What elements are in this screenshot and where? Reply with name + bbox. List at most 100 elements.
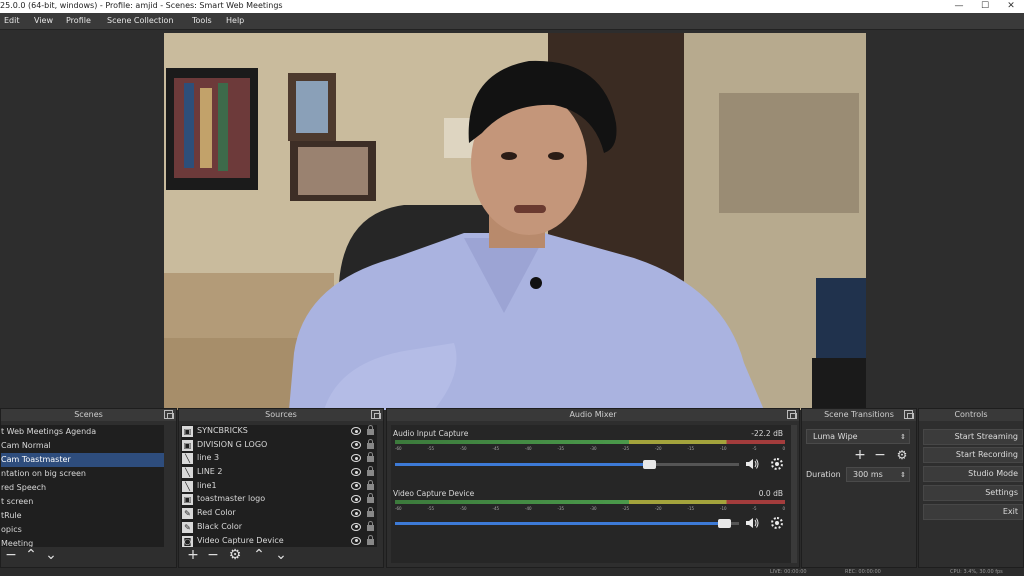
source-item[interactable]: ◙ Video Capture Device	[181, 534, 377, 548]
lock-icon[interactable]	[367, 507, 374, 518]
lock-icon[interactable]	[367, 479, 374, 490]
source-item[interactable]: ▣ DIVISION G LOGO	[181, 438, 377, 453]
sources-title: Sources	[265, 410, 297, 419]
meter-scale: -60 -55 -50 -45 -40 -35 -30 -25 -20 -15 -10 -5 0	[395, 446, 785, 453]
maximize-button[interactable]: ☐	[972, 0, 998, 13]
line-icon: ╲	[182, 467, 193, 479]
lock-icon[interactable]	[367, 466, 374, 477]
lock-icon[interactable]	[367, 520, 374, 531]
gear-icon[interactable]	[771, 517, 783, 529]
source-item[interactable]: ╲ LINE 2	[181, 466, 377, 480]
status-bar: LIVE: 00:00:00 REC: 00:00:00 CPU: 3.4%, …	[0, 568, 1024, 576]
scene-item[interactable]: t screen	[1, 495, 164, 509]
menu-profile[interactable]: Profile	[66, 16, 91, 25]
scene-item[interactable]: red Speech	[1, 481, 164, 495]
source-item[interactable]: ✎ Red Color	[181, 507, 377, 521]
remove-transition-button[interactable]: −	[872, 447, 888, 463]
visibility-eye-icon[interactable]	[351, 454, 361, 463]
move-down-button[interactable]: ⌄	[273, 547, 289, 563]
gear-icon[interactable]	[771, 458, 783, 470]
lock-icon[interactable]	[367, 534, 374, 545]
move-up-button[interactable]: ⌃	[23, 547, 39, 563]
menu-view[interactable]: View	[34, 16, 53, 25]
transition-gear-icon[interactable]: ⚙	[894, 447, 910, 463]
scene-item[interactable]: ntation on big screen	[1, 467, 164, 481]
visibility-eye-icon[interactable]	[351, 440, 361, 449]
undock-icon[interactable]	[371, 410, 381, 419]
visibility-eye-icon[interactable]	[351, 481, 361, 490]
cpu-status: CPU: 3.4%, 30.00 fps	[950, 569, 1003, 575]
lock-icon[interactable]	[367, 452, 374, 463]
scale-tick-label: -5	[752, 506, 757, 511]
sources-list[interactable]: ▣ SYNCBRICKS ▣ DIVISION G LOGO ╲ line 3 …	[181, 425, 377, 547]
visibility-eye-icon[interactable]	[351, 495, 361, 504]
close-button[interactable]: ✕	[998, 0, 1024, 13]
undock-icon[interactable]	[904, 410, 914, 419]
studio-mode-button[interactable]: Studio Mode	[923, 466, 1023, 482]
visibility-eye-icon[interactable]	[351, 522, 361, 531]
transitions-title: Scene Transitions	[824, 410, 894, 419]
brush-icon: ✎	[182, 508, 193, 520]
source-item[interactable]: ▣ SYNCBRICKS	[181, 425, 377, 439]
settings-button[interactable]: Settings	[923, 485, 1023, 501]
chevron-updown-icon: ⇕	[900, 433, 906, 441]
visibility-eye-icon[interactable]	[351, 427, 361, 435]
scene-item[interactable]: opics	[1, 523, 164, 537]
transition-select[interactable]: Luma Wipe ⇕	[806, 429, 910, 444]
scale-tick-label: -60	[395, 446, 402, 451]
sources-dock: Sources ▣ SYNCBRICKS ▣ DIVISION G LOGO ╲…	[178, 408, 384, 568]
add-source-button[interactable]: +	[185, 547, 201, 563]
visibility-eye-icon[interactable]	[351, 509, 361, 518]
remove-scene-button[interactable]: −	[3, 547, 19, 563]
undock-icon[interactable]	[787, 410, 797, 419]
source-item[interactable]: ╲ line1	[181, 479, 377, 494]
add-transition-button[interactable]: +	[852, 447, 868, 463]
scene-item[interactable]: tRule	[1, 509, 164, 523]
volume-slider[interactable]	[395, 519, 739, 528]
duration-input[interactable]: 300 ms ⇕	[846, 467, 910, 482]
remove-source-button[interactable]: −	[205, 547, 221, 563]
scene-item[interactable]: Cam Normal	[1, 439, 164, 453]
source-settings-gear-icon[interactable]: ⚙	[227, 547, 243, 563]
source-item[interactable]: ▣ toastmaster logo	[181, 493, 377, 507]
scenes-dock: Scenes t Web Meetings Agenda Cam Normal …	[0, 408, 177, 568]
volume-slider[interactable]	[395, 460, 739, 469]
menu-help[interactable]: Help	[226, 16, 244, 25]
line-icon: ╲	[182, 453, 193, 465]
lock-icon[interactable]	[367, 425, 374, 435]
menu-tools[interactable]: Tools	[192, 16, 212, 25]
move-up-button[interactable]: ⌃	[251, 547, 267, 563]
preview-area	[0, 30, 1024, 410]
slider-handle[interactable]	[718, 519, 732, 528]
scale-tick-label: -10	[720, 446, 727, 451]
scenes-list[interactable]: t Web Meetings Agenda Cam Normal Cam Toa…	[1, 425, 164, 547]
duration-label: Duration	[806, 470, 841, 479]
minimize-button[interactable]: —	[946, 0, 972, 13]
slider-handle[interactable]	[642, 460, 656, 469]
scene-item[interactable]: t Web Meetings Agenda	[1, 425, 164, 439]
lock-icon[interactable]	[367, 493, 374, 504]
menu-edit[interactable]: Edit	[4, 16, 20, 25]
audio-mixer-dock: Audio Mixer Audio Input Capture -22.2 dB…	[386, 408, 800, 568]
scale-tick-label: -55	[427, 506, 435, 511]
speaker-icon[interactable]	[745, 458, 759, 470]
speaker-icon[interactable]	[745, 517, 759, 529]
exit-button[interactable]: Exit	[923, 504, 1023, 520]
undock-icon[interactable]	[164, 410, 174, 419]
scene-item[interactable]: Meeting	[1, 537, 164, 547]
source-item[interactable]: ╲ line 3	[181, 452, 377, 466]
visibility-eye-icon[interactable]	[351, 536, 361, 545]
scale-tick-label: -15	[687, 446, 695, 451]
preview-canvas[interactable]	[164, 33, 866, 410]
start-recording-button[interactable]: Start Recording	[923, 447, 1023, 463]
source-item[interactable]: ✎ Black Color	[181, 520, 377, 535]
move-down-button[interactable]: ⌄	[43, 547, 59, 563]
visibility-eye-icon[interactable]	[351, 468, 361, 477]
mixer-scrollbar[interactable]	[791, 425, 797, 563]
menu-scene-collection[interactable]: Scene Collection	[107, 16, 174, 25]
scenes-toolbar: − ⌃ ⌄	[3, 547, 173, 565]
lock-icon[interactable]	[367, 438, 374, 449]
start-streaming-button[interactable]: Start Streaming	[923, 429, 1023, 445]
live-status: LIVE: 00:00:00	[770, 569, 807, 575]
scene-item-active[interactable]: Cam Toastmaster	[1, 453, 164, 467]
